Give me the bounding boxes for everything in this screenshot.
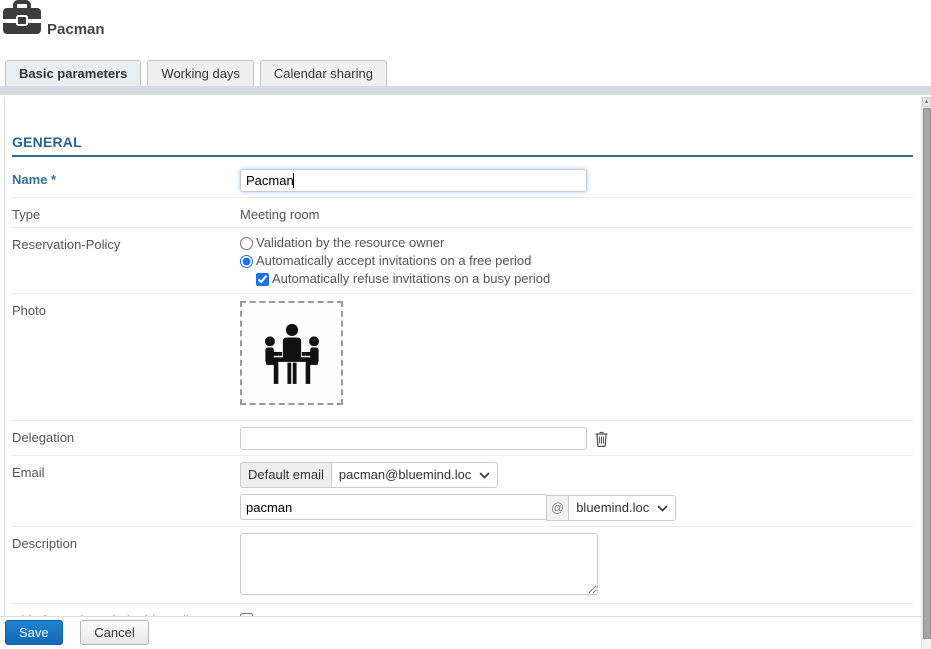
policy-option-auto-accept[interactable]: Automatically accept invitations on a fr… <box>240 252 913 270</box>
delegation-label: Delegation <box>12 427 240 450</box>
email-edit-group: @ bluemind.loc <box>240 494 913 521</box>
email-label: Email <box>12 462 240 521</box>
delegation-input[interactable] <box>240 427 587 450</box>
meeting-room-icon <box>254 314 330 393</box>
email-domain-selected-value: bluemind.loc <box>576 500 649 516</box>
scrollbar-thumb[interactable] <box>923 108 931 639</box>
type-value: Meeting room <box>240 204 913 222</box>
policy-auto-accept-radio[interactable] <box>240 255 253 268</box>
cancel-button[interactable]: Cancel <box>80 620 148 645</box>
default-email-selected-value: pacman@bluemind.loc <box>339 467 471 483</box>
general-section-title: GENERAL <box>12 134 913 157</box>
action-footer: Save Cancel <box>0 616 931 649</box>
reservation-policy-label: Reservation-Policy <box>12 234 240 288</box>
email-domain-select[interactable]: bluemind.loc <box>568 495 676 521</box>
email-at-symbol: @ <box>546 495 569 521</box>
policy-option-validation[interactable]: Validation by the resource owner <box>240 234 913 252</box>
delegation-row: Delegation <box>12 421 913 456</box>
email-local-part-input[interactable] <box>240 494 547 520</box>
tab-basic-parameters[interactable]: Basic parameters <box>5 60 141 86</box>
scrollbar-up-arrow-icon[interactable]: ▲ <box>922 97 931 107</box>
name-label: Name * <box>12 169 240 192</box>
default-email-select[interactable]: pacman@bluemind.loc <box>331 462 498 488</box>
description-label: Description <box>12 533 240 598</box>
vertical-scrollbar[interactable]: ▲ <box>921 97 931 649</box>
policy-option-auto-refuse[interactable]: Automatically refuse invitations on a bu… <box>256 270 913 288</box>
name-row: Name * <box>12 163 913 198</box>
default-email-group: Default email pacman@bluemind.loc <box>240 462 913 488</box>
chevron-down-icon <box>479 467 490 483</box>
basic-parameters-panel: GENERAL Name * Type Meeting room Reserva… <box>4 97 921 616</box>
page-title: Pacman <box>47 22 105 39</box>
tab-bar: Basic parameters Working days Calendar s… <box>0 60 931 86</box>
default-email-addon: Default email <box>240 462 332 488</box>
page-header: Pacman <box>0 0 931 38</box>
reservation-policy-row: Reservation-Policy Validation by the res… <box>12 228 913 294</box>
email-row: Email Default email pacman@bluemind.loc @… <box>12 456 913 527</box>
delegation-clear-button[interactable] <box>594 430 609 450</box>
tab-working-days[interactable]: Working days <box>147 60 254 86</box>
tab-calendar-sharing[interactable]: Calendar sharing <box>260 60 387 86</box>
description-textarea[interactable] <box>240 533 598 595</box>
policy-validation-radio[interactable] <box>240 237 253 250</box>
photo-upload-box[interactable] <box>240 301 343 405</box>
policy-validation-label: Validation by the resource owner <box>256 234 444 252</box>
photo-label: Photo <box>12 300 240 415</box>
hide-from-lists-row: Hide from Blue Mind address lists <box>12 604 913 617</box>
photo-row: Photo <box>12 294 913 421</box>
briefcase-icon <box>2 0 42 38</box>
type-row: Type Meeting room <box>12 198 913 228</box>
description-row: Description <box>12 527 913 604</box>
policy-auto-refuse-checkbox[interactable] <box>256 273 269 286</box>
trash-icon <box>594 435 609 450</box>
policy-auto-accept-label: Automatically accept invitations on a fr… <box>256 252 531 270</box>
text-caret <box>293 173 294 188</box>
policy-auto-refuse-label: Automatically refuse invitations on a bu… <box>272 270 550 288</box>
type-label: Type <box>12 204 240 222</box>
chevron-down-icon <box>657 500 668 516</box>
save-button[interactable]: Save <box>5 620 63 645</box>
tab-underline-bar <box>0 86 931 95</box>
